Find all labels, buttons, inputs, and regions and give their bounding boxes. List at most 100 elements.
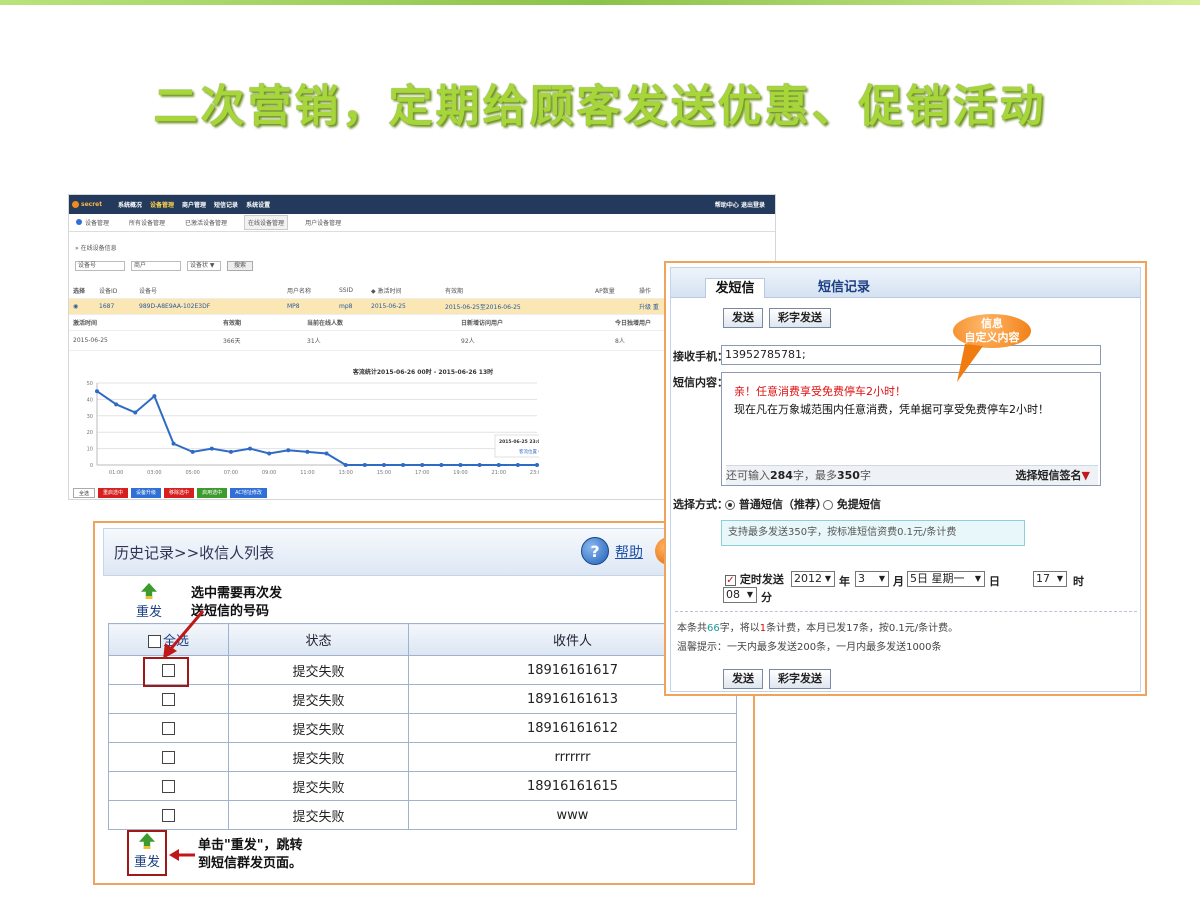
x-tick-label: 03:00	[147, 470, 161, 476]
phone-input[interactable]: 13952785781;	[721, 345, 1101, 365]
table-row[interactable]: 提交失败 rrrrrrr	[108, 742, 737, 772]
data-point	[305, 449, 310, 454]
status-header: 状态	[228, 623, 409, 656]
tab-activated-devices[interactable]: 已激活设备管理	[182, 216, 230, 229]
data-point	[152, 394, 157, 399]
divider	[675, 611, 1137, 612]
mms-send-button-top[interactable]: 彩字发送	[769, 308, 831, 328]
top-accent-bar	[0, 0, 1200, 5]
radio-unselected[interactable]	[823, 500, 833, 510]
slide-title: 二次营销，定期给顾客发送优惠、促销活动	[153, 81, 1047, 132]
data-point	[362, 463, 367, 467]
table-row[interactable]: 提交失败 18916161613	[108, 684, 737, 714]
status-select[interactable]: 设备状 ▼	[187, 261, 221, 271]
resend-button-bottom[interactable]: 重发	[129, 833, 165, 870]
schedule-checkbox[interactable]: ✓	[725, 574, 736, 586]
signature-select[interactable]: 选择短信签名▼	[1016, 466, 1090, 486]
filter-bar: 设备号 商户 设备状 ▼ 搜索	[75, 261, 253, 271]
pricing-tip: 支持最多发送350字，按标准短信资费0.1元/条计费	[721, 520, 1025, 546]
tab-user-devices[interactable]: 用户设备管理	[302, 216, 344, 229]
nav-help-logout[interactable]: 帮助中心 退出登录	[715, 200, 765, 209]
x-tick-label: 21:00	[492, 470, 506, 476]
tab-device-admin[interactable]: 设备管理	[73, 216, 112, 229]
tab-all-devices[interactable]: 所有设备管理	[126, 216, 168, 229]
dropdown-arrow-icon: ▼	[1081, 469, 1090, 482]
radio-selected[interactable]	[725, 500, 735, 510]
resend-icon	[141, 583, 157, 599]
custom-content-callout: 信息 自定义内容	[953, 314, 1031, 348]
send-button-top[interactable]: 发送	[723, 308, 763, 328]
minute-select[interactable]: 08 ▼	[723, 587, 757, 603]
data-point	[343, 463, 348, 467]
data-point	[228, 449, 233, 454]
nav-sms-records[interactable]: 短信记录	[214, 200, 238, 209]
nav-overview[interactable]: 系统概况	[118, 200, 142, 209]
row-checkbox[interactable]	[162, 692, 175, 706]
x-tick-label: 23:00	[530, 470, 539, 476]
restart-selected-button[interactable]: 重启选中	[98, 488, 129, 498]
schedule-toggle[interactable]: ✓ 定时发送	[725, 571, 784, 587]
enable-selected-button[interactable]: 启用选中	[197, 488, 228, 498]
data-point	[420, 463, 425, 467]
device-search-input[interactable]: 设备号	[75, 261, 125, 271]
send-sms-panel: 发短信 短信记录 发送 彩字发送 接收手机： 13952785781; 短信内容…	[664, 261, 1147, 696]
bulk-action-buttons: 全选 重启选中 设备升级 移除选中 启用选中 AC地址修改	[73, 488, 267, 498]
x-tick-label: 05:00	[185, 470, 199, 476]
history-title: 历史记录>>收信人列表	[114, 543, 275, 562]
y-tick-label: 30	[87, 414, 93, 420]
message-textarea[interactable]: 亲！任意消费享受免费停车2小时！ 现在凡在万象城范围内任意消费，凭单据可享受免费…	[721, 372, 1101, 486]
search-button[interactable]: 搜索	[227, 261, 253, 271]
series-line	[96, 390, 537, 466]
merchant-search-input[interactable]: 商户	[131, 261, 181, 271]
tooltip-time: 2015-06-25 23:00	[499, 439, 539, 445]
data-point	[515, 463, 520, 467]
row-checkbox[interactable]	[162, 779, 175, 793]
mode-free-option[interactable]: 免提短信	[823, 496, 881, 512]
tab-online-devices[interactable]: 在线设备管理	[244, 215, 289, 230]
nav-devices[interactable]: 设备管理	[150, 200, 174, 209]
breadcrumb: » 在线设备信息	[75, 245, 117, 252]
day-select[interactable]: 5日 星期一 ▼	[907, 571, 985, 587]
data-point	[114, 402, 119, 407]
phone-label: 接收手机：	[673, 350, 728, 363]
mms-send-button-bottom[interactable]: 彩字发送	[769, 669, 831, 689]
upgrade-device-button[interactable]: 设备升级	[131, 488, 162, 498]
send-button-bottom[interactable]: 发送	[723, 669, 763, 689]
message-counter-bar: 还可输入284字，最多350字 选择短信签名▼	[726, 465, 1098, 485]
row-checkbox[interactable]	[162, 750, 175, 764]
y-tick-label: 40	[87, 397, 93, 403]
y-tick-label: 20	[87, 430, 93, 436]
dashboard-tabs: 设备管理 所有设备管理 已激活设备管理 在线设备管理 用户设备管理	[69, 214, 775, 232]
row-checkbox[interactable]	[162, 808, 175, 822]
help-link[interactable]: 帮助	[615, 542, 643, 562]
year-select[interactable]: 2012 ▼	[791, 571, 835, 587]
annotation-arrow-top	[163, 610, 205, 659]
row-actions[interactable]: 升级 重	[639, 302, 659, 311]
x-tick-label: 15:00	[377, 470, 391, 476]
tab-send-sms[interactable]: 发短信	[705, 278, 765, 298]
visitor-flow-line-chart: 0 10 20 30 40 50 01:00 03:00 05:00 07:00 09:00 11:0…	[87, 381, 539, 476]
row-radio[interactable]: ◉	[73, 303, 78, 310]
nav-merchants[interactable]: 商户管理	[182, 200, 206, 209]
table-row[interactable]: 提交失败 www	[108, 800, 737, 830]
logo-icon	[72, 201, 79, 208]
help-icon[interactable]: ?	[581, 537, 609, 565]
history-header: 历史记录>>收信人列表	[103, 528, 745, 576]
table-row[interactable]: 提交失败 18916161615	[108, 771, 737, 801]
mode-normal-option[interactable]: 普通短信（推荐）	[725, 496, 827, 512]
data-point	[458, 463, 463, 467]
annotation-arrow-bottom	[169, 849, 195, 861]
month-select[interactable]: 3 ▼	[855, 571, 889, 587]
tab-sms-records[interactable]: 短信记录	[809, 278, 879, 298]
data-point	[95, 389, 99, 394]
table-row[interactable]: 提交失败 18916161612	[108, 713, 737, 743]
nav-settings[interactable]: 系统设置	[246, 200, 270, 209]
data-point	[496, 463, 501, 467]
remove-selected-button[interactable]: 移除选中	[164, 488, 195, 498]
hour-select[interactable]: 17 ▼	[1033, 571, 1067, 587]
y-tick-label: 50	[87, 381, 93, 387]
ac-address-button[interactable]: AC地址修改	[230, 488, 267, 498]
sms-form: 发短信 短信记录 发送 彩字发送 接收手机： 13952785781; 短信内容…	[670, 267, 1141, 692]
select-all-button[interactable]: 全选	[73, 488, 96, 498]
row-checkbox[interactable]	[162, 721, 175, 735]
